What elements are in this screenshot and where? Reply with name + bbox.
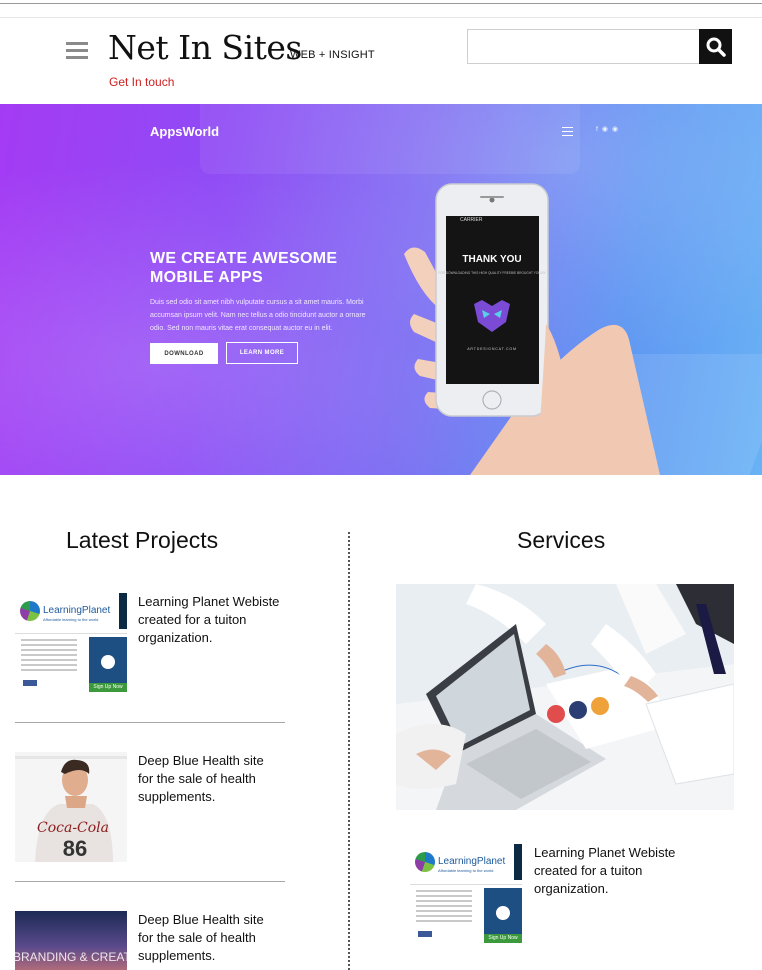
branding-text: BRANDING & CREATIVE: [15, 950, 127, 964]
hand-holding-phone-image: CARRIER THANK YOU FOR DOWNLOADING THIS H…: [404, 183, 660, 475]
thumbnail-signup-badge: Sign Up Now: [484, 934, 522, 943]
project-thumbnail-deep-blue-health[interactable]: Coca-Cola 86: [15, 752, 127, 862]
branding-banner-image: BRANDING & CREATIVE: [15, 911, 127, 970]
site-tagline: WEB + INSIGHT: [290, 49, 375, 61]
social-icons: [23, 680, 37, 686]
services-office-photo: [396, 584, 734, 810]
phone-carrier-label: CARRIER: [460, 217, 483, 223]
project-description[interactable]: Learning Planet Webiste created for a tu…: [138, 593, 280, 647]
man-in-tshirt-image: Coca-Cola 86: [15, 752, 127, 862]
search-icon: [706, 37, 726, 57]
project-item[interactable]: BRANDING & CREATIVE Deep Blue Health sit…: [15, 911, 285, 970]
service-description[interactable]: Learning Planet Webiste created for a tu…: [534, 844, 694, 898]
play-icon: [496, 906, 510, 920]
column-divider: [348, 532, 350, 970]
services-title: Services: [517, 527, 606, 553]
top-border: [0, 0, 762, 4]
play-icon: [101, 655, 115, 669]
shirt-number: 86: [63, 836, 87, 861]
search-button[interactable]: [699, 29, 732, 64]
project-separator: [15, 722, 285, 723]
project-separator: [15, 881, 285, 882]
phone-screen-subtitle: FOR DOWNLOADING THIS HIGH QUALITY FREEBI…: [438, 271, 546, 275]
service-thumbnail-learning-planet[interactable]: LearningPlanet Affordable learning to th…: [410, 844, 522, 956]
site-title[interactable]: Net In Sites: [108, 28, 302, 67]
project-thumbnail-learning-planet[interactable]: LearningPlanet Affordable learning to th…: [15, 593, 127, 703]
hamburger-menu-icon[interactable]: [66, 42, 88, 60]
project-item[interactable]: Coca-Cola 86 Deep Blue Health site for t…: [15, 752, 285, 882]
thumbnail-signup-badge: Sign Up Now: [89, 683, 127, 692]
project-item[interactable]: LearningPlanet Affordable learning to th…: [15, 593, 285, 723]
thumbnail-logo-text: LearningPlanet: [43, 605, 111, 616]
thumbnail-logo-subtitle: Affordable learning to the world: [438, 868, 494, 873]
header-top-rule: [0, 17, 762, 18]
hero-banner: AppsWorld f ◉ ◉ WE CREATE AWESOME MOBILE…: [0, 104, 762, 475]
thumbnail-logo-subtitle: Affordable learning to the world: [43, 617, 99, 622]
social-icons: [418, 931, 432, 937]
globe-logo-icon: [415, 852, 435, 872]
get-in-touch-link[interactable]: Get In touch: [109, 75, 174, 89]
thumbnail-logo-text: LearningPlanet: [438, 856, 506, 867]
latest-projects-title: Latest Projects: [66, 527, 219, 553]
globe-logo-icon: [20, 601, 40, 621]
search-input[interactable]: [467, 29, 699, 64]
project-description[interactable]: Deep Blue Health site for the sale of he…: [138, 911, 280, 965]
project-description[interactable]: Deep Blue Health site for the sale of he…: [138, 752, 280, 806]
phone-screen-site: ARTDESIGNCAT.COM: [467, 347, 517, 351]
project-thumbnail-branding[interactable]: BRANDING & CREATIVE: [15, 911, 127, 970]
shirt-text: Coca-Cola: [37, 820, 109, 836]
phone-screen-title: THANK YOU: [462, 254, 521, 265]
